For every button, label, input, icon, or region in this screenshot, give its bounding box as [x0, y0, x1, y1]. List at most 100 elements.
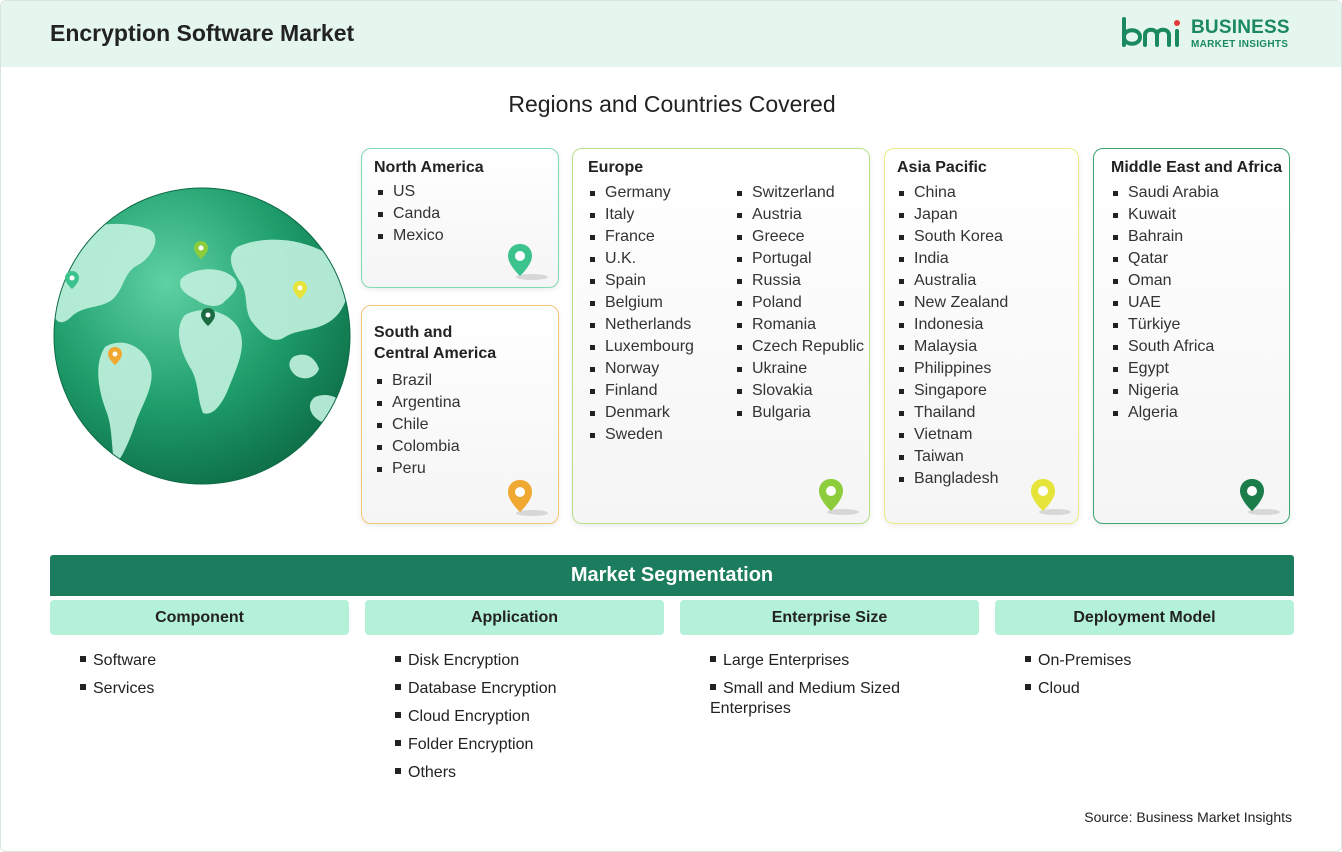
list-item: Ukraine [735, 358, 864, 380]
list-item: New Zealand [897, 292, 1008, 314]
list-item: China [897, 182, 1008, 204]
list-item: Database Encryption [395, 679, 665, 699]
list-item: UAE [1111, 292, 1219, 314]
bmi-logo-mark [1122, 17, 1180, 47]
list-item: Russia [735, 270, 864, 292]
bullet-icon [395, 712, 401, 718]
list-item: Sweden [588, 424, 694, 446]
bullet-icon [710, 684, 716, 690]
list-item: Norway [588, 358, 694, 380]
list-item: U.K. [588, 248, 694, 270]
segment-list-enterprise-size: Large Enterprises Small and Medium Sized… [710, 651, 940, 727]
bullet-icon [395, 656, 401, 662]
list-item-label: Database Encryption [408, 680, 557, 697]
header-bar: Encryption Software Market BUSINESS MARK… [1, 1, 1341, 67]
region-card-europe: Europe Germany Italy France U.K. Spain B… [572, 148, 870, 524]
list-item: Portugal [735, 248, 864, 270]
regions-title: Regions and Countries Covered [508, 91, 836, 117]
list-item-label: Disk Encryption [408, 652, 520, 669]
list-item: Bangladesh [897, 468, 1008, 490]
list-item: Poland [735, 292, 864, 314]
list-item: Thailand [897, 402, 1008, 424]
list-item: Peru [375, 458, 461, 480]
list-item: Slovakia [735, 380, 864, 402]
list-item: Germany [588, 182, 694, 204]
list-item-label: Cloud Encryption [408, 708, 530, 725]
region-title: Europe [588, 159, 644, 176]
bullet-icon [1025, 684, 1031, 690]
list-item: Vietnam [897, 424, 1008, 446]
infographic-frame: Encryption Software Market BUSINESS MARK… [0, 0, 1342, 852]
location-pin-icon [1031, 479, 1071, 515]
segment-list-application: Disk Encryption Database Encryption Clou… [395, 651, 665, 791]
region-card-asia-pacific: Asia Pacific China Japan South Korea Ind… [884, 148, 1079, 524]
list-item: Australia [897, 270, 1008, 292]
country-list: Brazil Argentina Chile Colombia Peru [375, 370, 461, 480]
bullet-icon [80, 656, 86, 662]
region-title: Middle East and Africa [1111, 159, 1282, 176]
bullet-icon [1025, 656, 1031, 662]
list-item: Kuwait [1111, 204, 1219, 226]
list-item: Philippines [897, 358, 1008, 380]
list-item: Greece [735, 226, 864, 248]
segment-list-deployment-model: On-Premises Cloud [1025, 651, 1295, 707]
list-item: Netherlands [588, 314, 694, 336]
location-pin-icon [508, 244, 548, 280]
list-item: India [897, 248, 1008, 270]
list-item: Cloud Encryption [395, 707, 665, 727]
bullet-icon [80, 684, 86, 690]
segment-header-deployment-model: Deployment Model [995, 600, 1294, 635]
list-item: US [376, 181, 444, 203]
list-item-label: Folder Encryption [408, 736, 534, 753]
logo-text-market-insights: MARKET INSIGHTS [1191, 39, 1289, 50]
list-item: Finland [588, 380, 694, 402]
region-title: South and Central America [374, 322, 496, 364]
country-list-col2: Switzerland Austria Greece Portugal Russ… [735, 182, 864, 424]
list-item: Folder Encryption [395, 735, 665, 755]
region-title-line2: Central America [374, 345, 497, 362]
list-item: Bahrain [1111, 226, 1219, 248]
country-list: China Japan South Korea India Australia … [897, 182, 1008, 490]
list-item: Romania [735, 314, 864, 336]
list-item-label: Others [408, 764, 457, 781]
list-item: Indonesia [897, 314, 1008, 336]
list-item: Small and Medium Sized Enterprises [710, 679, 940, 719]
list-item-label: Small and Medium Sized Enterprises [710, 680, 900, 717]
list-item: Others [395, 763, 665, 783]
list-item: Malaysia [897, 336, 1008, 358]
page-title: Encryption Software Market [50, 20, 355, 46]
list-item: Brazil [375, 370, 461, 392]
list-item: Italy [588, 204, 694, 226]
list-item: Czech Republic [735, 336, 864, 358]
list-item: Saudi Arabia [1111, 182, 1219, 204]
list-item: Disk Encryption [395, 651, 665, 671]
list-item: Spain [588, 270, 694, 292]
list-item: France [588, 226, 694, 248]
list-item: Colombia [375, 436, 461, 458]
bmi-logo: BUSINESS MARKET INSIGHTS [1121, 15, 1301, 55]
list-item: Austria [735, 204, 864, 226]
segment-header-enterprise-size: Enterprise Size [680, 600, 979, 635]
segmentation-title-bar: Market Segmentation [50, 555, 1294, 596]
country-list-col1: Germany Italy France U.K. Spain Belgium … [588, 182, 694, 446]
list-item: Japan [897, 204, 1008, 226]
logo-text-business: BUSINESS [1191, 17, 1290, 38]
region-card-north-america: North America US Canda Mexico [361, 148, 559, 288]
list-item: Canda [376, 203, 444, 225]
list-item: Mexico [376, 225, 444, 247]
list-item-label: Large Enterprises [723, 652, 850, 669]
segment-list-component: Software Services [80, 651, 350, 707]
segment-header-application: Application [365, 600, 664, 635]
list-item: Nigeria [1111, 380, 1219, 402]
bullet-icon [395, 684, 401, 690]
list-item: On-Premises [1025, 651, 1295, 671]
list-item: Bulgaria [735, 402, 864, 424]
list-item: Services [80, 679, 350, 699]
list-item-label: Software [93, 652, 157, 669]
list-item-label: On-Premises [1038, 652, 1132, 669]
list-item: Taiwan [897, 446, 1008, 468]
country-list: US Canda Mexico [376, 181, 444, 247]
list-item: Belgium [588, 292, 694, 314]
list-item: Software [80, 651, 350, 671]
globe-icon [53, 187, 351, 485]
